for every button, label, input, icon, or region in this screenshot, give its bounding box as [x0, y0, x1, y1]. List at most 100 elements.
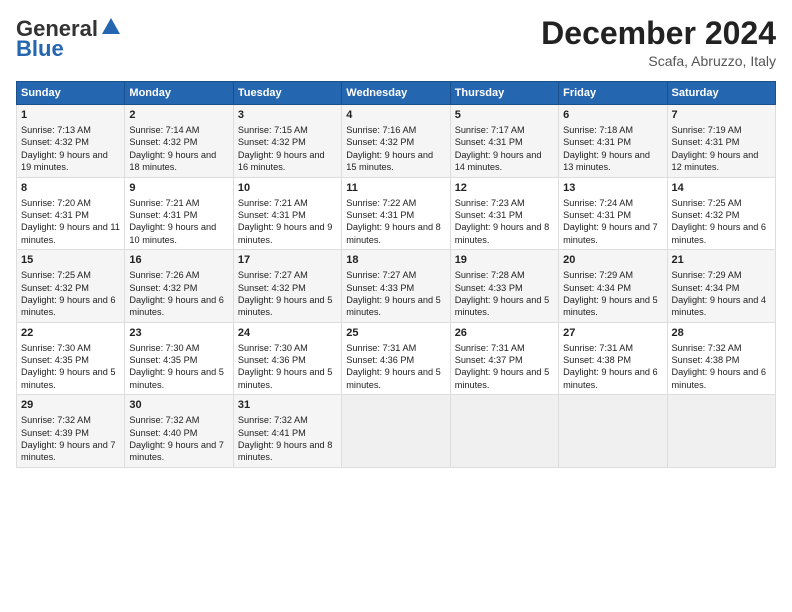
table-row: 24Sunrise: 7:30 AMSunset: 4:36 PMDayligh… — [233, 322, 341, 395]
table-row: 13Sunrise: 7:24 AMSunset: 4:31 PMDayligh… — [559, 177, 667, 250]
table-row: 18Sunrise: 7:27 AMSunset: 4:33 PMDayligh… — [342, 250, 450, 323]
day-info: Sunrise: 7:21 AM — [238, 197, 337, 209]
day-info: Sunset: 4:38 PM — [672, 354, 771, 366]
day-info: Sunrise: 7:30 AM — [238, 342, 337, 354]
table-row: 7Sunrise: 7:19 AMSunset: 4:31 PMDaylight… — [667, 105, 775, 178]
day-number: 6 — [563, 108, 662, 123]
calendar-week-row: 29Sunrise: 7:32 AMSunset: 4:39 PMDayligh… — [17, 395, 776, 468]
col-tuesday: Tuesday — [233, 82, 341, 105]
day-info: Sunset: 4:38 PM — [563, 354, 662, 366]
day-info: Sunrise: 7:17 AM — [455, 124, 554, 136]
day-info: Sunset: 4:34 PM — [563, 282, 662, 294]
day-number: 20 — [563, 253, 662, 268]
day-info: Sunrise: 7:31 AM — [346, 342, 445, 354]
day-number: 1 — [21, 108, 120, 123]
day-info: Sunrise: 7:25 AM — [21, 269, 120, 281]
table-row: 19Sunrise: 7:28 AMSunset: 4:33 PMDayligh… — [450, 250, 558, 323]
day-info: Sunrise: 7:25 AM — [672, 197, 771, 209]
day-info: Daylight: 9 hours and 4 minutes. — [672, 294, 771, 319]
table-row: 9Sunrise: 7:21 AMSunset: 4:31 PMDaylight… — [125, 177, 233, 250]
day-info: Daylight: 9 hours and 10 minutes. — [129, 221, 228, 246]
day-info: Daylight: 9 hours and 6 minutes. — [563, 366, 662, 391]
table-row: 4Sunrise: 7:16 AMSunset: 4:32 PMDaylight… — [342, 105, 450, 178]
table-row: 12Sunrise: 7:23 AMSunset: 4:31 PMDayligh… — [450, 177, 558, 250]
table-row: 1Sunrise: 7:13 AMSunset: 4:32 PMDaylight… — [17, 105, 125, 178]
day-info: Sunset: 4:35 PM — [21, 354, 120, 366]
day-number: 21 — [672, 253, 771, 268]
day-info: Sunset: 4:39 PM — [21, 427, 120, 439]
day-info: Sunrise: 7:14 AM — [129, 124, 228, 136]
day-info: Daylight: 9 hours and 6 minutes. — [129, 294, 228, 319]
day-info: Sunrise: 7:32 AM — [238, 414, 337, 426]
day-number: 31 — [238, 398, 337, 413]
day-number: 29 — [21, 398, 120, 413]
day-info: Daylight: 9 hours and 5 minutes. — [129, 366, 228, 391]
day-number: 26 — [455, 326, 554, 341]
day-info: Sunset: 4:36 PM — [346, 354, 445, 366]
table-row: 23Sunrise: 7:30 AMSunset: 4:35 PMDayligh… — [125, 322, 233, 395]
day-info: Daylight: 9 hours and 15 minutes. — [346, 149, 445, 174]
day-info: Daylight: 9 hours and 6 minutes. — [672, 221, 771, 246]
day-info: Daylight: 9 hours and 16 minutes. — [238, 149, 337, 174]
day-number: 18 — [346, 253, 445, 268]
table-row: 8Sunrise: 7:20 AMSunset: 4:31 PMDaylight… — [17, 177, 125, 250]
day-number: 28 — [672, 326, 771, 341]
day-number: 25 — [346, 326, 445, 341]
day-info: Sunset: 4:33 PM — [346, 282, 445, 294]
day-info: Sunrise: 7:27 AM — [238, 269, 337, 281]
day-info: Daylight: 9 hours and 18 minutes. — [129, 149, 228, 174]
day-info: Sunrise: 7:26 AM — [129, 269, 228, 281]
day-info: Sunset: 4:36 PM — [238, 354, 337, 366]
day-info: Daylight: 9 hours and 5 minutes. — [238, 366, 337, 391]
table-row: 29Sunrise: 7:32 AMSunset: 4:39 PMDayligh… — [17, 395, 125, 468]
day-info: Sunset: 4:31 PM — [455, 209, 554, 221]
day-number: 4 — [346, 108, 445, 123]
day-number: 13 — [563, 181, 662, 196]
col-friday: Friday — [559, 82, 667, 105]
day-info: Sunset: 4:31 PM — [238, 209, 337, 221]
day-number: 14 — [672, 181, 771, 196]
day-number: 22 — [21, 326, 120, 341]
day-info: Sunset: 4:32 PM — [21, 136, 120, 148]
day-info: Sunset: 4:40 PM — [129, 427, 228, 439]
day-number: 15 — [21, 253, 120, 268]
calendar-table: Sunday Monday Tuesday Wednesday Thursday… — [16, 81, 776, 468]
table-row: 6Sunrise: 7:18 AMSunset: 4:31 PMDaylight… — [559, 105, 667, 178]
table-row — [342, 395, 450, 468]
day-info: Sunset: 4:31 PM — [346, 209, 445, 221]
logo-blue-text: Blue — [16, 36, 64, 62]
header: General Blue December 2024 Scafa, Abruzz… — [16, 16, 776, 69]
day-info: Sunset: 4:32 PM — [238, 282, 337, 294]
table-row: 2Sunrise: 7:14 AMSunset: 4:32 PMDaylight… — [125, 105, 233, 178]
title-block: December 2024 Scafa, Abruzzo, Italy — [541, 16, 776, 69]
day-info: Daylight: 9 hours and 5 minutes. — [455, 294, 554, 319]
table-row: 30Sunrise: 7:32 AMSunset: 4:40 PMDayligh… — [125, 395, 233, 468]
day-info: Sunset: 4:32 PM — [21, 282, 120, 294]
col-wednesday: Wednesday — [342, 82, 450, 105]
day-info: Sunrise: 7:19 AM — [672, 124, 771, 136]
day-info: Sunset: 4:31 PM — [672, 136, 771, 148]
table-row: 20Sunrise: 7:29 AMSunset: 4:34 PMDayligh… — [559, 250, 667, 323]
day-info: Daylight: 9 hours and 11 minutes. — [21, 221, 120, 246]
page: General Blue December 2024 Scafa, Abruzz… — [0, 0, 792, 612]
day-info: Daylight: 9 hours and 13 minutes. — [563, 149, 662, 174]
day-info: Sunset: 4:35 PM — [129, 354, 228, 366]
table-row — [450, 395, 558, 468]
day-info: Sunset: 4:33 PM — [455, 282, 554, 294]
day-info: Sunrise: 7:21 AM — [129, 197, 228, 209]
day-number: 11 — [346, 181, 445, 196]
day-info: Sunset: 4:32 PM — [672, 209, 771, 221]
day-info: Sunrise: 7:32 AM — [672, 342, 771, 354]
day-number: 30 — [129, 398, 228, 413]
day-info: Sunset: 4:31 PM — [21, 209, 120, 221]
day-info: Sunrise: 7:20 AM — [21, 197, 120, 209]
day-info: Sunset: 4:31 PM — [563, 209, 662, 221]
day-info: Daylight: 9 hours and 5 minutes. — [238, 294, 337, 319]
day-info: Sunrise: 7:27 AM — [346, 269, 445, 281]
day-info: Sunset: 4:32 PM — [129, 282, 228, 294]
day-info: Sunrise: 7:29 AM — [563, 269, 662, 281]
day-info: Sunrise: 7:32 AM — [21, 414, 120, 426]
day-info: Sunrise: 7:18 AM — [563, 124, 662, 136]
col-sunday: Sunday — [17, 82, 125, 105]
day-number: 12 — [455, 181, 554, 196]
